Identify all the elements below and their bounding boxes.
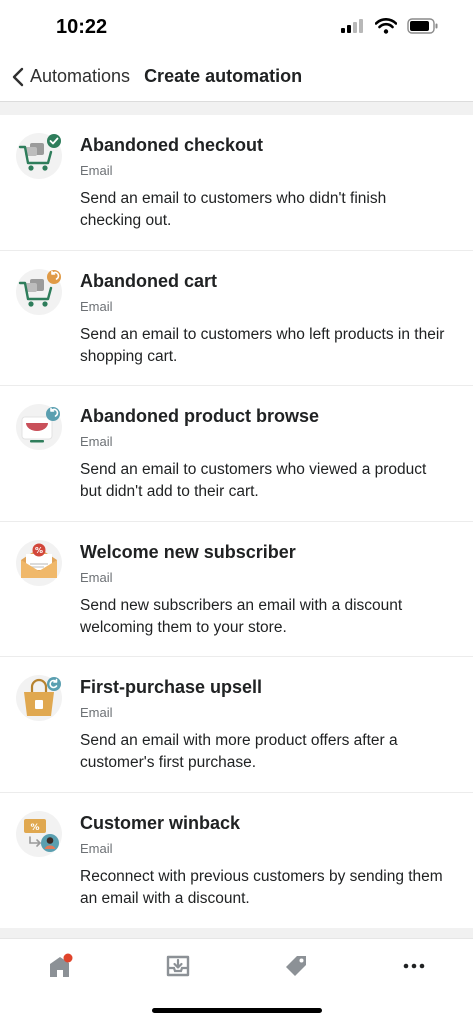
home-icon [50, 953, 73, 977]
automation-item-welcome-new-subscriber[interactable]: % Welcome new subscriber Email Send new … [0, 522, 473, 657]
status-time: 10:22 [56, 16, 108, 38]
chevron-left-icon [12, 67, 24, 86]
more-icon [403, 963, 425, 969]
item-channel: Email [80, 163, 113, 178]
item-title: Abandoned cart [80, 270, 218, 291]
product-browse-icon [16, 404, 62, 450]
home-indicator [152, 1008, 322, 1013]
signal-icon [341, 19, 363, 33]
tab-more[interactable] [394, 953, 434, 983]
automation-item-customer-winback[interactable]: % Customer winback Email Reconnect with … [0, 793, 473, 929]
item-description: Send an email to customers who viewed a … [80, 461, 427, 500]
svg-text:%: % [30, 823, 39, 833]
item-description: Send an email to customers who left prod… [80, 325, 445, 365]
automation-item-abandoned-product-browse[interactable]: Abandoned product browse Email Send an e… [0, 386, 473, 522]
checkout-cart-icon [16, 133, 62, 179]
inbox-icon [166, 955, 190, 977]
item-title: Customer winback [80, 812, 241, 833]
status-icons [341, 18, 439, 34]
item-title: Abandoned checkout [80, 135, 264, 155]
tag-icon [286, 956, 306, 976]
tab-products[interactable] [276, 953, 316, 983]
item-channel: Email [80, 569, 113, 585]
item-description: Reconnect with previous customers by sen… [80, 867, 443, 907]
abandoned-cart-icon [16, 268, 62, 315]
winback-discount-icon: % [16, 810, 62, 857]
item-title: Abandoned product browse [80, 406, 320, 426]
automation-item-abandoned-cart[interactable]: Abandoned cart Email Send an email to cu… [0, 251, 473, 386]
discount-envelope-icon: % [16, 539, 62, 586]
back-button[interactable]: Automations [12, 66, 130, 87]
item-description: Send an email to customers who didn't fi… [80, 190, 387, 229]
item-channel: Email [80, 434, 113, 449]
automation-item-abandoned-checkout[interactable]: Abandoned checkout Email Send an email t… [0, 115, 473, 251]
automation-list: Abandoned checkout Email Send an email t… [0, 115, 473, 928]
svg-text:%: % [35, 546, 43, 555]
battery-icon [407, 18, 438, 34]
back-label: Automations [30, 66, 131, 86]
status-bar: 10:22 [0, 0, 473, 52]
page-title: Create automation [144, 66, 303, 86]
item-title: First-purchase upsell [80, 677, 263, 697]
wifi-icon [375, 18, 397, 34]
automation-item-first-purchase-upsell[interactable]: First-purchase upsell Email Send an emai… [0, 657, 473, 793]
item-description: Send an email with more product offers a… [80, 732, 398, 771]
item-channel: Email [80, 840, 113, 856]
shopping-bag-icon [16, 675, 62, 721]
tab-inbox[interactable] [158, 953, 198, 983]
item-channel: Email [80, 298, 113, 314]
item-title: Welcome new subscriber [80, 541, 296, 562]
tab-home[interactable] [40, 953, 80, 983]
navigation-bar: Automations Create automation [0, 52, 473, 102]
item-description: Send new subscribers an email with a dis… [80, 596, 403, 636]
item-channel: Email [80, 705, 113, 720]
